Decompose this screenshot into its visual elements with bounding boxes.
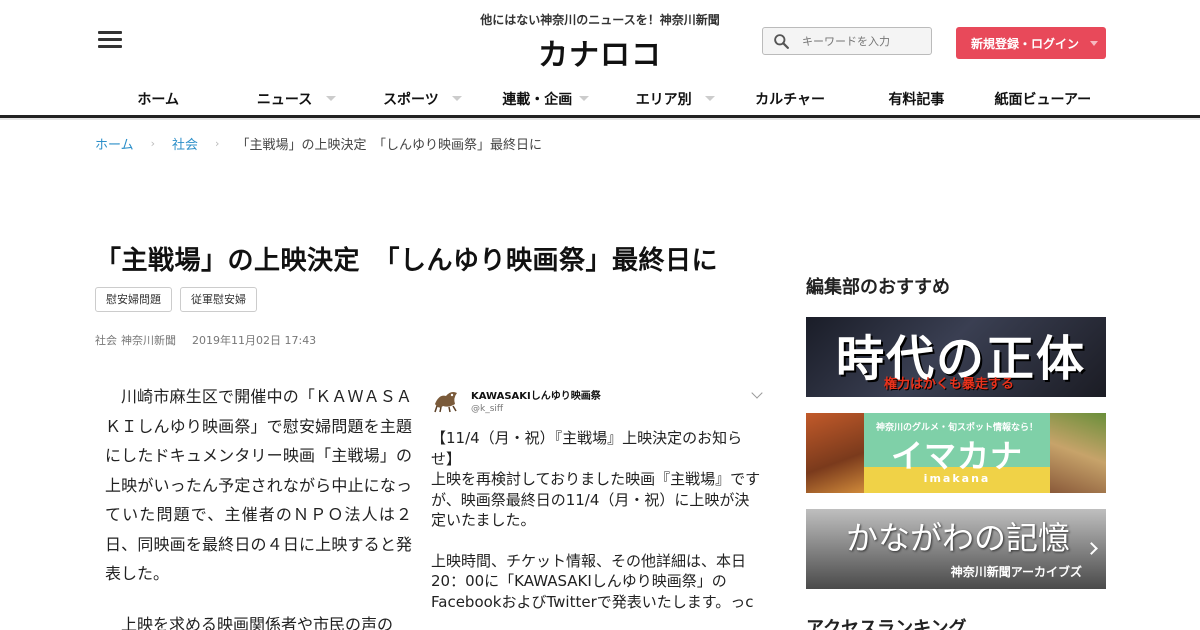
article-source: 神奈川新聞 — [121, 334, 176, 347]
article-date: 2019年11月02日 17:43 — [192, 334, 317, 347]
tweet-account-name[interactable]: KAWASAKIしんゆり映画祭 — [471, 387, 601, 402]
banner-jidai-no-shotai[interactable]: 時代の正体 権力はかくも暴走する — [806, 317, 1106, 397]
banner-title: イマカナ — [890, 437, 1023, 475]
banner-title: かながわの記憶 — [846, 519, 1071, 557]
article-meta: 社会 神奈川新聞 2019年11月02日 17:43 — [95, 332, 320, 348]
tweet-paragraph: 上映時間、チケット情報、その他詳細は、本日20：00に「KAWASAKIしんゆり… — [431, 551, 754, 611]
chevron-down-icon — [452, 96, 463, 101]
article-tags: 慰安婦問題 従軍慰安婦 — [95, 287, 257, 312]
chevron-right-icon: › — [215, 137, 220, 150]
search-icon[interactable] — [773, 33, 790, 50]
banner-subtitle: 権力はかくも暴走する — [884, 377, 1015, 392]
signup-login-label: 新規登録・ログイン — [971, 36, 1080, 51]
tweet-text: 【11/4（月・祝）『主戦場』上映決定のお知らせ】 上映を再検討しておりました映… — [431, 428, 761, 612]
nav-item-paid[interactable]: 有料記事 — [853, 84, 979, 114]
ranking-heading: アクセスランキング — [806, 618, 967, 630]
breadcrumb-current: 「主戦場」の上映決定 「しんゆり映画祭」最終日に — [236, 138, 542, 153]
tag-link[interactable]: 慰安婦問題 — [95, 287, 172, 312]
chevron-down-icon — [1090, 41, 1098, 46]
tweet-account-handle[interactable]: @k_siff — [471, 404, 601, 414]
food-photo-image — [1050, 413, 1106, 493]
banner-roman: imakana — [923, 472, 991, 485]
embedded-tweet: KAWASAKIしんゆり映画祭 @k_siff 【11/4（月・祝）『主戦場』上… — [431, 384, 763, 630]
search-box[interactable] — [762, 27, 932, 55]
nav-item-area[interactable]: エリア別 — [601, 84, 727, 114]
site-tagline: 他にはない神奈川のニュースを！神奈川新聞 — [480, 13, 720, 27]
nav-item-viewer[interactable]: 紙面ビューアー — [980, 84, 1106, 114]
article-category: 社会 — [95, 334, 117, 347]
breadcrumb: ホーム › 社会 › 「主戦場」の上映決定 「しんゆり映画祭」最終日に — [95, 134, 542, 153]
banner-subtitle: 神奈川新聞アーカイブズ — [950, 565, 1082, 579]
nav-item-sports[interactable]: スポーツ — [348, 84, 474, 114]
banner-imakana[interactable]: 神奈川のグルメ・旬スポット情報なら！ イマカナ imakana — [806, 413, 1106, 493]
chevron-down-icon — [578, 96, 589, 101]
nav-item-home[interactable]: ホーム — [95, 84, 221, 114]
article-body: 川崎市麻生区で開催中の「ＫＡＷＡＳＡＫＩしんゆり映画祭」で慰安婦問題を主題にした… — [105, 382, 412, 630]
recommend-heading: 編集部のおすすめ — [806, 277, 950, 298]
chevron-down-icon — [704, 96, 715, 101]
food-photo-image — [806, 413, 864, 493]
article-paragraph: 川崎市麻生区で開催中の「ＫＡＷＡＳＡＫＩしんゆり映画祭」で慰安婦問題を主題にした… — [105, 387, 412, 583]
main-nav: ホーム ニュース スポーツ 連載・企画 エリア別 カルチャー 有料記事 紙面ビュ… — [95, 84, 1106, 114]
breadcrumb-home-link[interactable]: ホーム — [95, 134, 134, 153]
signup-login-button[interactable]: 新規登録・ログイン — [956, 27, 1106, 59]
chevron-down-icon — [325, 96, 336, 101]
nav-item-series[interactable]: 連載・企画 — [474, 84, 600, 114]
tag-link[interactable]: 従軍慰安婦 — [180, 287, 257, 312]
article-paragraph: 上映を求める映画関係者や市民の声の — [121, 614, 394, 630]
account-avatar-icon[interactable] — [431, 384, 461, 414]
search-input[interactable] — [802, 34, 922, 48]
tweet-paragraph: 【11/4（月・祝）『主戦場』上映決定のお知らせ】 上映を再検討しておりました映… — [431, 429, 761, 529]
breadcrumb-category-link[interactable]: 社会 — [172, 134, 198, 153]
banner-kanagawa-memory[interactable]: かながわの記憶 神奈川新聞アーカイブズ — [806, 509, 1106, 589]
chevron-right-icon: › — [150, 137, 156, 150]
chevron-right-icon — [1085, 542, 1098, 555]
nav-item-news[interactable]: ニュース — [221, 84, 347, 114]
article-title: 「主戦場」の上映決定 「しんゆり映画祭」最終日に — [95, 246, 719, 276]
nav-item-culture[interactable]: カルチャー — [727, 84, 853, 114]
nav-divider-shadow — [0, 118, 1200, 120]
